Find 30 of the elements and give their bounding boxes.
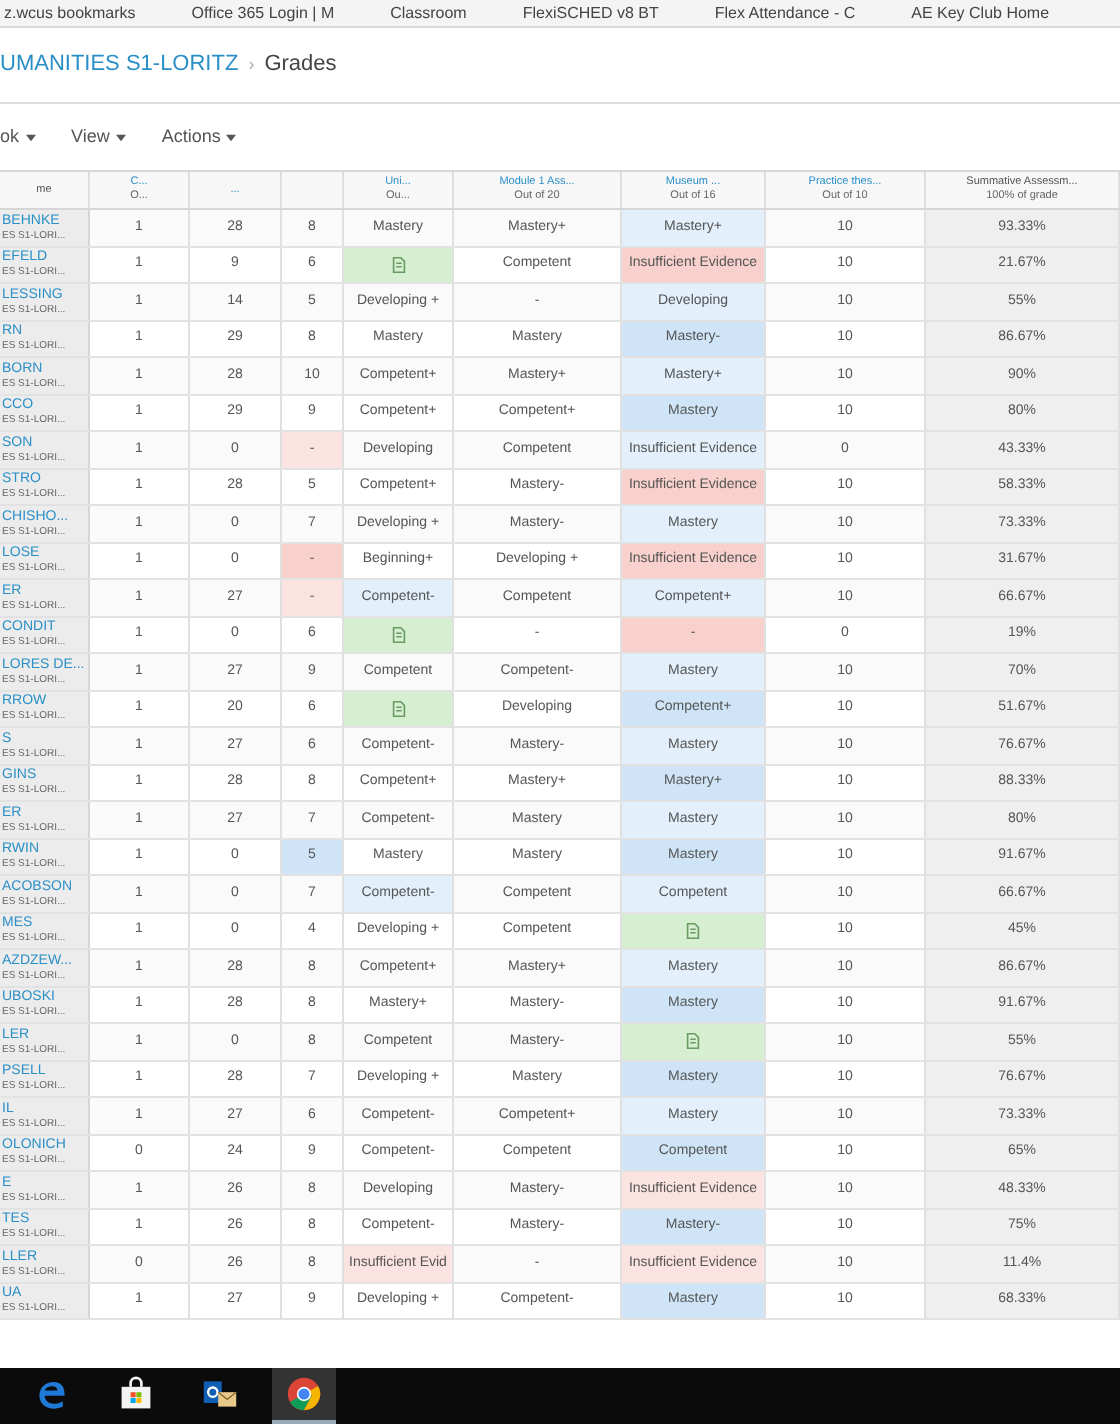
caret-icon [226,133,237,141]
rubric-icon [389,625,407,644]
bookmark-link[interactable]: Office 365 Login | M [191,3,335,23]
bookmark-link[interactable]: Flex Attendance - C [714,3,856,23]
grade-cell[interactable] [622,1024,766,1059]
rubric-icon [389,699,407,718]
toolbar-menu-button[interactable]: View [71,123,126,151]
toolbar-menu-button[interactable]: ok [0,123,36,151]
rubric-icon [684,1032,702,1051]
caret-icon [115,133,126,141]
rubric-icon [389,255,407,274]
bookmark-link[interactable]: FlexiSCHED v8 BT [522,3,659,23]
grade-cell[interactable] [344,691,454,726]
browser-circle-icon [286,1376,322,1412]
breadcrumb-separator: › [248,51,255,78]
caret-icon [25,133,36,141]
taskbar-app-button[interactable] [272,1368,336,1424]
grade-cell[interactable] [622,913,766,948]
toolbar-menu-button[interactable]: Actions [161,123,237,151]
browser-e-icon [34,1376,70,1412]
bookmark-link[interactable]: z.wcus bookmarks [4,3,136,23]
bookmark-link[interactable]: AE Key Club Home [911,3,1050,23]
shopping-bag-icon [118,1376,154,1412]
rubric-icon [684,921,702,940]
grade-cell[interactable] [344,617,454,652]
page-title: Grades [264,50,337,81]
bookmark-link[interactable]: Classroom [390,3,467,23]
course-link[interactable]: UMANITIES S1-LORITZ [0,48,239,82]
grade-cell[interactable] [344,247,454,282]
mail-app-icon [202,1376,238,1412]
